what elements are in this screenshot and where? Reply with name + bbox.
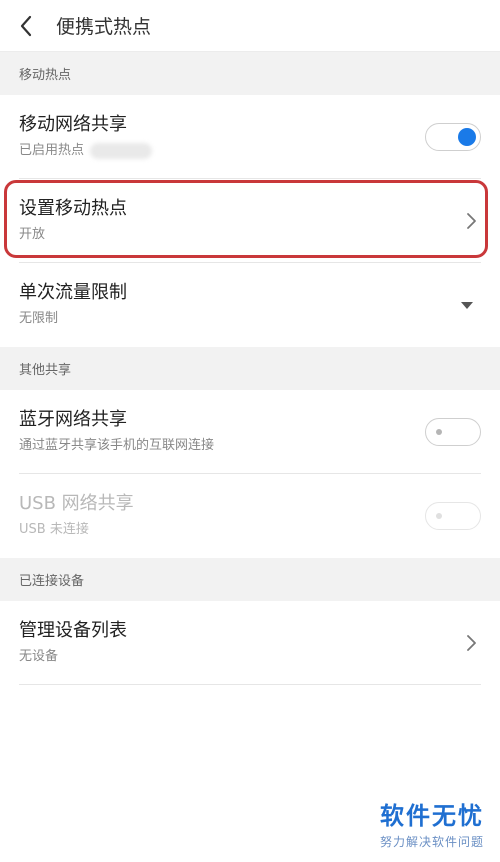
row-subtitle-wrap: 已启用热点 — [19, 141, 425, 161]
bluetooth-share-toggle[interactable] — [425, 418, 481, 446]
chevron-right-icon — [461, 633, 481, 653]
row-title: 管理设备列表 — [19, 620, 127, 641]
row-subtitle: 开放 — [19, 227, 46, 242]
section-header-devices: 已连接设备 — [0, 558, 500, 601]
row-manage-devices[interactable]: 管理设备列表 无设备 — [0, 601, 500, 685]
row-subtitle: 通过蓝牙共享该手机的互联网连接 — [19, 438, 215, 453]
row-title: USB 网络共享 — [19, 493, 134, 514]
watermark-logo: 软件无忧 努力解决软件问题 — [380, 796, 484, 850]
back-arrow-icon — [20, 15, 32, 36]
toggle-knob — [458, 128, 476, 146]
row-mobile-network-share[interactable]: 移动网络共享 已启用热点 — [0, 95, 500, 179]
dropdown-caret-icon[interactable] — [461, 301, 473, 309]
page-title: 便携式热点 — [56, 16, 152, 38]
watermark-slogan: 努力解决软件问题 — [379, 835, 484, 849]
section-header-hotspot: 移动热点 — [0, 52, 500, 95]
row-setup-hotspot[interactable]: 设置移动热点 开放 — [0, 179, 500, 263]
redacted-name-blur — [90, 142, 153, 159]
watermark-brand: 软件无忧 — [379, 802, 484, 830]
row-data-limit[interactable]: 单次流量限制 无限制 — [0, 263, 500, 347]
row-bluetooth-share[interactable]: 蓝牙网络共享 通过蓝牙共享该手机的互联网连接 — [0, 390, 500, 474]
row-subtitle: 无设备 — [19, 649, 59, 664]
row-usb-share: USB 网络共享 USB 未连接 — [0, 474, 500, 558]
divider — [19, 684, 481, 685]
row-title: 设置移动热点 — [19, 198, 127, 219]
usb-share-toggle — [425, 502, 481, 530]
mobile-share-toggle[interactable] — [425, 123, 481, 151]
back-button[interactable] — [0, 0, 52, 52]
row-subtitle: USB 未连接 — [19, 522, 89, 537]
row-subtitle: 已启用热点 — [19, 143, 85, 158]
chevron-right-icon — [461, 211, 481, 231]
row-title: 移动网络共享 — [19, 114, 127, 135]
top-bar: 便携式热点 — [0, 0, 500, 52]
section-header-other: 其他共享 — [0, 347, 500, 390]
toggle-knob — [436, 513, 442, 519]
row-title: 单次流量限制 — [19, 282, 127, 303]
toggle-knob — [436, 429, 442, 435]
row-title: 蓝牙网络共享 — [19, 409, 127, 430]
row-subtitle: 无限制 — [19, 311, 59, 326]
